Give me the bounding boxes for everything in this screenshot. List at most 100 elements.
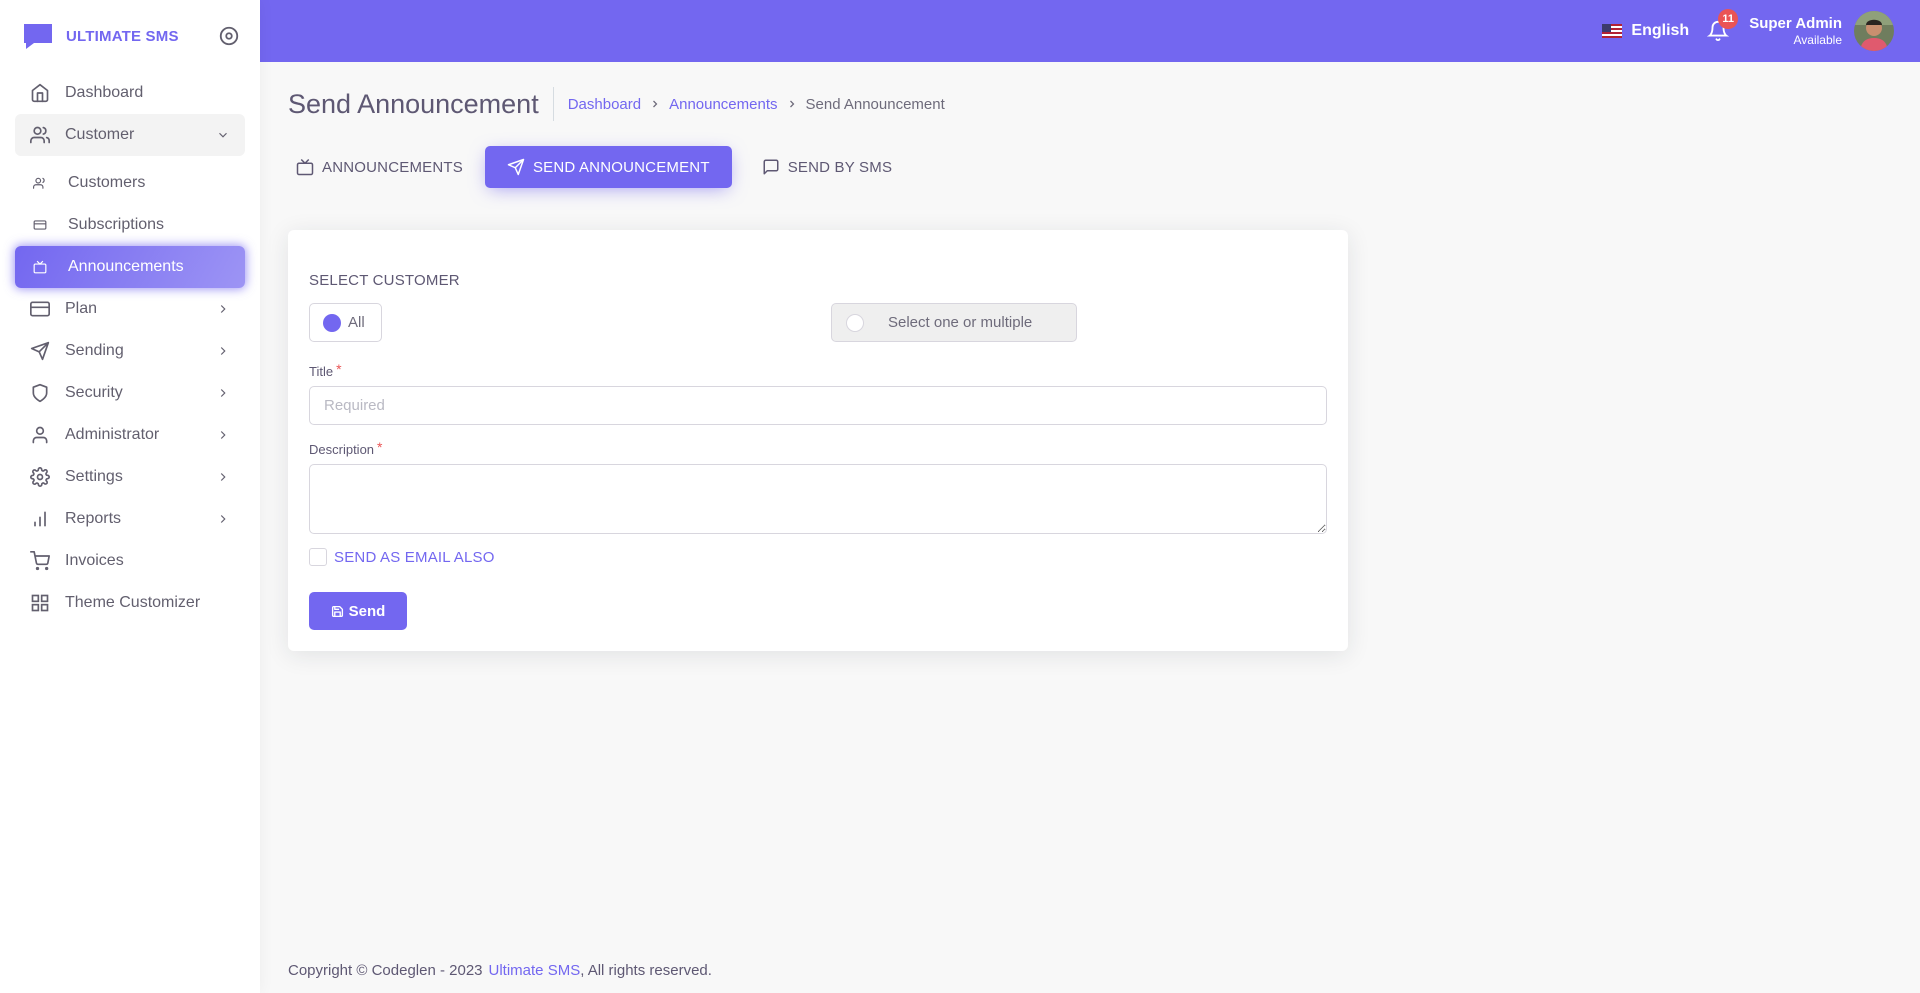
sidebar-item-reports[interactable]: Reports bbox=[15, 498, 245, 540]
sidebar-item-administrator[interactable]: Administrator bbox=[15, 414, 245, 456]
sidebar-item-customers[interactable]: Customers bbox=[15, 162, 245, 204]
chevron-down-icon bbox=[219, 132, 227, 138]
sidebar-item-announcements[interactable]: Announcements bbox=[15, 246, 245, 288]
sidebar-item-security[interactable]: Security bbox=[15, 372, 245, 414]
chevron-right-icon bbox=[220, 347, 226, 355]
footer-copyright: Copyright © Codeglen - 2023 bbox=[288, 962, 483, 979]
send-email-checkbox[interactable] bbox=[309, 548, 327, 566]
tab-label: SEND ANNOUNCEMENT bbox=[532, 158, 710, 176]
sidebar-item-subscriptions[interactable]: Subscriptions bbox=[15, 204, 245, 246]
breadcrumb-dashboard-link[interactable]: Dashboard bbox=[568, 96, 641, 113]
language-label: English bbox=[1631, 22, 1690, 39]
description-label: Description * bbox=[309, 439, 383, 457]
chat-bubble-icon bbox=[24, 24, 52, 49]
sidebar: ULTIMATE SMS Dashboard Customer Customer… bbox=[0, 0, 260, 993]
required-asterisk: * bbox=[377, 439, 383, 455]
sidebar-item-label: Dashboard bbox=[65, 84, 144, 101]
page-title: Send Announcement bbox=[288, 87, 554, 121]
avatar bbox=[1854, 11, 1894, 51]
grid-icon bbox=[31, 594, 49, 612]
sidebar-item-sending[interactable]: Sending bbox=[15, 330, 245, 372]
radio-label-multiple: Select one or multiple bbox=[888, 314, 1033, 331]
shopping-cart-icon bbox=[30, 551, 50, 571]
users-icon bbox=[30, 126, 50, 144]
sidebar-item-label: Security bbox=[65, 384, 123, 401]
customer-selection: All Select one or multiple bbox=[309, 303, 1327, 343]
sidebar-item-dashboard[interactable]: Dashboard bbox=[15, 72, 245, 114]
sidebar-item-theme-customizer[interactable]: Theme Customizer bbox=[15, 582, 245, 624]
tab-send-by-sms[interactable]: SEND BY SMS bbox=[754, 146, 914, 188]
footer-suffix: , All rights reserved. bbox=[580, 962, 712, 979]
chevron-right-icon bbox=[220, 515, 226, 523]
breadcrumb-announcements-link[interactable]: Announcements bbox=[669, 96, 777, 113]
title-input[interactable] bbox=[309, 386, 1327, 425]
language-dropdown[interactable]: English bbox=[1602, 22, 1689, 40]
user-icon bbox=[32, 426, 48, 444]
chevron-right-icon bbox=[653, 100, 658, 108]
top-navbar: English 11 Super Admin Available bbox=[260, 0, 1920, 62]
target-circle-icon[interactable] bbox=[218, 25, 240, 47]
breadcrumb-current: Send Announcement bbox=[805, 95, 945, 113]
title-label: Title * bbox=[309, 361, 342, 379]
chevron-right-icon bbox=[220, 305, 226, 313]
user-menu[interactable]: Super Admin Available bbox=[1749, 11, 1894, 51]
shield-icon bbox=[32, 383, 48, 403]
main-content: Send Announcement Dashboard Announcement… bbox=[288, 62, 1892, 651]
chevron-right-icon bbox=[220, 473, 226, 481]
radio-label-all: All bbox=[348, 314, 365, 331]
tv-icon bbox=[296, 158, 314, 176]
sidebar-item-label: Theme Customizer bbox=[65, 594, 201, 611]
notification-count-badge: 11 bbox=[1718, 9, 1739, 29]
home-icon bbox=[31, 83, 49, 103]
tv-small-icon bbox=[33, 260, 47, 274]
sidebar-menu: Dashboard Customer Customers Subscriptio… bbox=[0, 72, 260, 624]
sidebar-item-settings[interactable]: Settings bbox=[15, 456, 245, 498]
select-customer-label: SELECT CUSTOMER bbox=[309, 272, 460, 289]
users-small-icon bbox=[33, 177, 45, 189]
sidebar-item-label: Customers bbox=[68, 174, 146, 191]
notifications-button[interactable]: 11 bbox=[1707, 9, 1739, 42]
chevron-right-icon bbox=[220, 431, 226, 439]
credit-card-icon bbox=[30, 301, 50, 317]
sidebar-item-label: Settings bbox=[65, 468, 123, 485]
sidebar-item-invoices[interactable]: Invoices bbox=[15, 540, 245, 582]
sidebar-item-label: Invoices bbox=[65, 552, 124, 569]
tab-label: ANNOUNCEMENTS bbox=[322, 158, 463, 176]
us-flag-icon bbox=[1602, 24, 1623, 38]
sidebar-item-plan[interactable]: Plan bbox=[15, 288, 245, 330]
sidebar-item-label: Plan bbox=[65, 300, 98, 317]
brand[interactable]: ULTIMATE SMS bbox=[0, 0, 260, 72]
send-button[interactable]: Send bbox=[309, 592, 407, 630]
sidebar-item-label: Subscriptions bbox=[68, 216, 165, 233]
description-textarea[interactable] bbox=[309, 464, 1327, 534]
radio-unchecked-indicator[interactable] bbox=[846, 313, 864, 332]
sidebar-item-label: Sending bbox=[65, 342, 124, 359]
bar-chart-icon bbox=[34, 511, 46, 527]
sidebar-item-label: Customer bbox=[65, 126, 135, 143]
chevron-right-icon bbox=[220, 389, 226, 397]
gear-icon bbox=[30, 467, 50, 487]
radio-option-select-multiple[interactable]: Select one or multiple bbox=[831, 303, 1077, 342]
footer-link[interactable]: Ultimate SMS bbox=[489, 962, 581, 979]
message-square-icon bbox=[763, 159, 779, 175]
radio-option-all[interactable]: All bbox=[309, 303, 382, 342]
send-email-option[interactable]: SEND AS EMAIL ALSO bbox=[309, 548, 1327, 566]
sidebar-item-customer[interactable]: Customer bbox=[15, 114, 245, 156]
tab-label: SEND BY SMS bbox=[787, 158, 893, 176]
sidebar-item-label: Reports bbox=[65, 510, 122, 527]
tab-announcements[interactable]: ANNOUNCEMENTS bbox=[288, 146, 485, 188]
announcement-form-card: SELECT CUSTOMER All Select one or multip… bbox=[288, 230, 1348, 651]
save-icon bbox=[331, 605, 343, 617]
send-button-label: Send bbox=[348, 602, 386, 620]
radio-checked-indicator[interactable] bbox=[323, 313, 341, 332]
send-icon bbox=[30, 341, 50, 361]
user-status: Available bbox=[1793, 33, 1842, 47]
tabs: ANNOUNCEMENTS SEND ANNOUNCEMENT SEND BY … bbox=[288, 146, 1892, 188]
send-email-label[interactable]: SEND AS EMAIL ALSO bbox=[334, 549, 495, 566]
required-asterisk: * bbox=[336, 361, 342, 377]
send-icon bbox=[507, 158, 525, 176]
breadcrumb: Dashboard Announcements Send Announcemen… bbox=[568, 96, 945, 113]
sidebar-item-label: Announcements bbox=[68, 258, 184, 275]
brand-name: ULTIMATE SMS bbox=[66, 27, 179, 45]
tab-send-announcement[interactable]: SEND ANNOUNCEMENT bbox=[484, 146, 732, 188]
